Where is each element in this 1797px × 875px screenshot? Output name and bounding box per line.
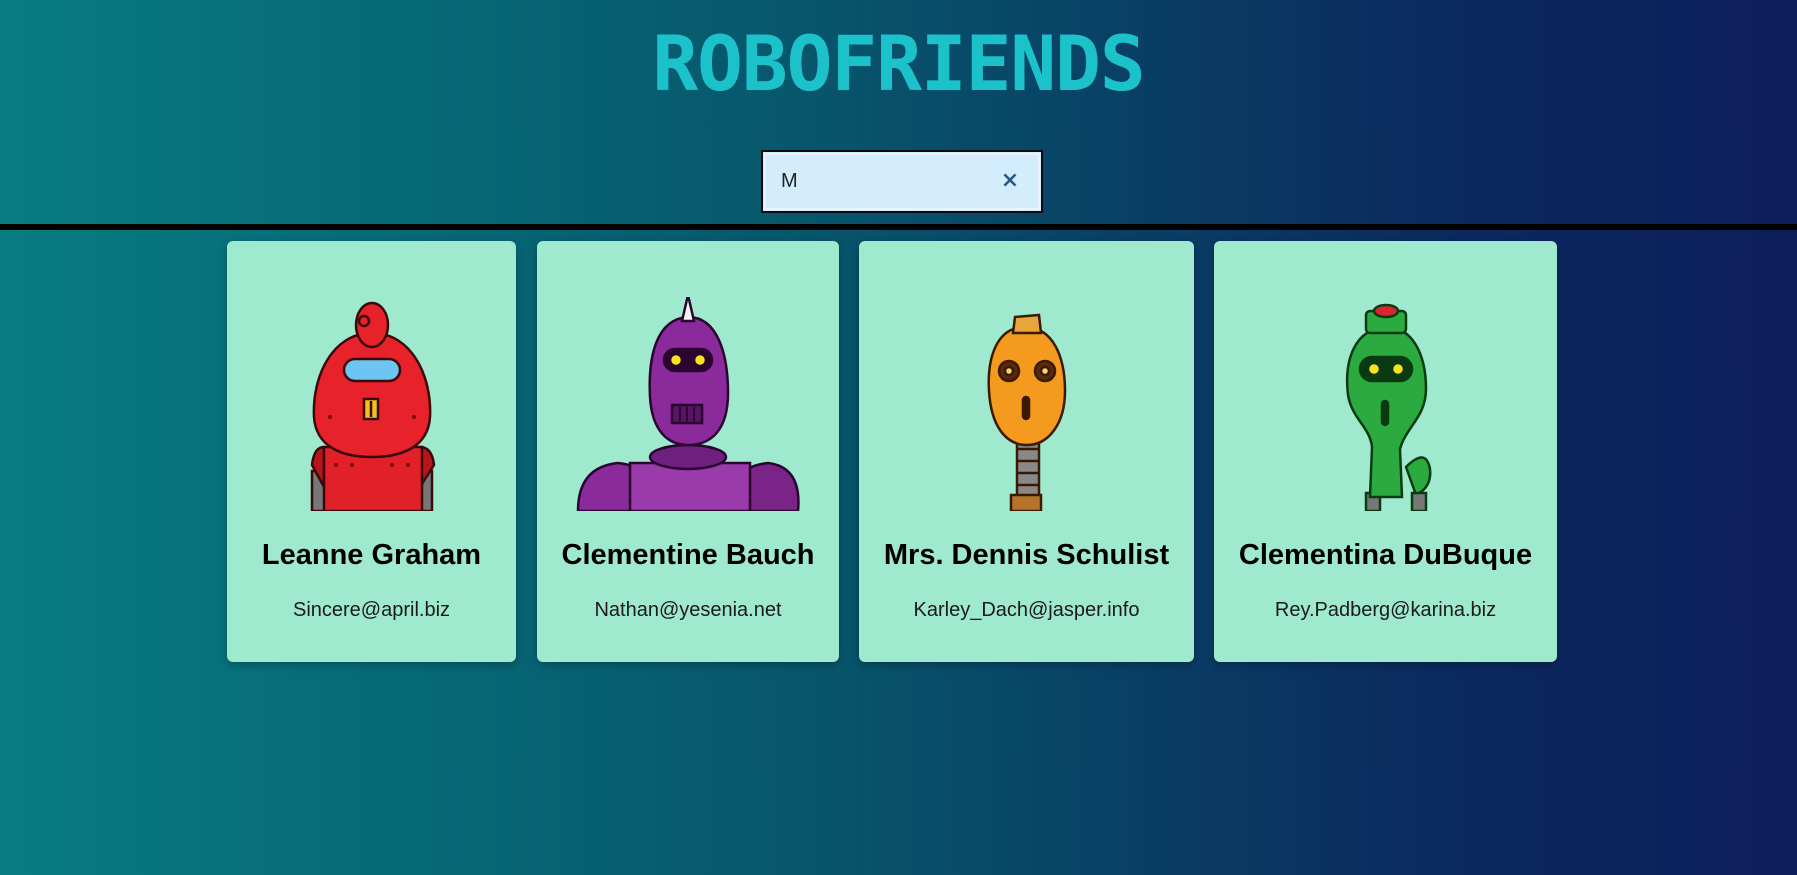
robot-avatar-image xyxy=(576,297,800,511)
header-divider xyxy=(0,224,1797,230)
robot-email: Sincere@april.biz xyxy=(292,599,451,621)
robot-name: Mrs. Dennis Schulist xyxy=(883,539,1170,571)
robot-name: Clementine Bauch xyxy=(561,539,815,571)
robot-avatar-image xyxy=(310,301,435,511)
search-input[interactable] xyxy=(781,166,981,197)
robot-avatar-image xyxy=(1345,303,1431,511)
search-box[interactable]: × xyxy=(761,150,1043,213)
robot-card[interactable]: Leanne Graham Sincere@april.biz xyxy=(227,241,516,662)
robot-card[interactable]: Mrs. Dennis Schulist Karley_Dach@jasper.… xyxy=(859,241,1194,662)
robot-card[interactable]: Clementina DuBuque Rey.Padberg@karina.bi… xyxy=(1214,241,1557,662)
robot-email: Nathan@yesenia.net xyxy=(594,599,782,621)
robot-email: Rey.Padberg@karina.biz xyxy=(1274,599,1497,621)
clear-search-icon[interactable]: × xyxy=(999,170,1021,192)
robot-card[interactable]: Clementine Bauch Nathan@yesenia.net xyxy=(537,241,839,662)
robot-name: Clementina DuBuque xyxy=(1238,539,1533,571)
robot-card-list: Leanne Graham Sincere@april.biz Clementi… xyxy=(0,241,1797,662)
robot-avatar-image xyxy=(987,313,1066,511)
app-title: ROBOFRIENDS xyxy=(652,19,1145,108)
header: ROBOFRIENDS × xyxy=(0,0,1797,226)
robot-name: Leanne Graham xyxy=(261,539,482,571)
robot-email: Karley_Dach@jasper.info xyxy=(913,599,1140,621)
